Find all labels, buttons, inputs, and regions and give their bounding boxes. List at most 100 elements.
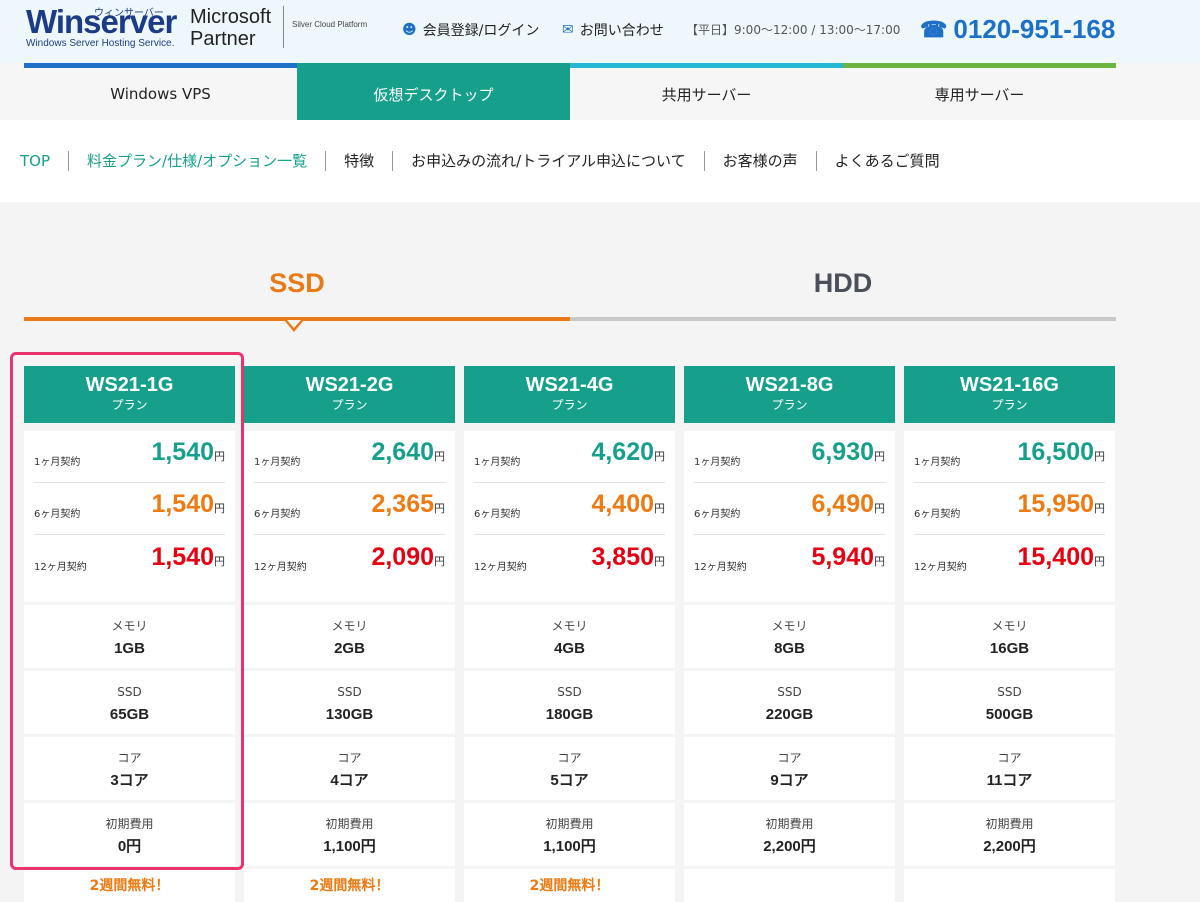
spec-value: 2,200円 xyxy=(983,838,1036,855)
spec-ssd: SSD 130GB xyxy=(244,671,455,734)
contract-term-label: 12ヶ月契約 xyxy=(914,562,967,573)
price-value: 2,640円 xyxy=(371,439,445,470)
tab-label: 仮想デスクトップ xyxy=(373,85,494,104)
spec-memory: メモリ 2GB xyxy=(244,605,455,668)
business-hours: 【平日】9:00～12:00 / 13:00～17:00 xyxy=(686,23,901,37)
plan-suffix: プラン xyxy=(771,398,808,412)
plan-name: WS21-8G xyxy=(745,374,834,396)
yen-unit: 円 xyxy=(434,502,445,515)
spec-label: SSD xyxy=(557,685,582,699)
partner-divider xyxy=(283,6,284,48)
register-login-label: 会員登録/ログイン xyxy=(422,23,540,39)
phone-number[interactable]: ☎ 0120-951-168 xyxy=(920,14,1115,45)
price-amount: 16,500 xyxy=(1017,438,1094,466)
spec-memory: メモリ 4GB xyxy=(464,605,675,668)
spec-value: 1,100円 xyxy=(543,838,596,855)
site-header: Winserver ウィンサーバー Windows Server Hosting… xyxy=(0,0,1200,63)
contract-term-label: 6ヶ月契約 xyxy=(254,509,301,520)
price-box: 1ヶ月契約 16,500円 6ヶ月契約 15,950円 12ヶ月契約 15,400円 xyxy=(904,431,1115,602)
plan-card: WS21-4G プラン 1ヶ月契約 4,620円 6ヶ月契約 4,400円 12ヶ月契約 3,… xyxy=(464,366,675,902)
spec-value: 2,200円 xyxy=(763,838,816,855)
price-row: 1ヶ月契約 16,500円 xyxy=(914,431,1105,483)
contract-term-label: 1ヶ月契約 xyxy=(694,457,741,468)
spec-label: コア xyxy=(997,751,1022,765)
plan-header: WS21-16G プラン xyxy=(904,366,1115,423)
tab-dedicated-server[interactable]: 専用サーバー xyxy=(843,63,1116,120)
subnav-pricing[interactable]: 料金プラン/仕様/オプション一覧 xyxy=(68,151,325,171)
winserver-logo[interactable]: Winserver ウィンサーバー Windows Server Hosting… xyxy=(26,4,177,50)
spec-label: 初期費用 xyxy=(325,817,374,831)
tab-windows-vps[interactable]: Windows VPS xyxy=(24,63,297,120)
trial-text: 2週間無料！ xyxy=(529,878,610,894)
price-value: 3,850円 xyxy=(591,544,665,575)
spec-value: 8GB xyxy=(774,640,805,657)
subnav-top[interactable]: TOP xyxy=(20,151,68,171)
tab-label: Windows VPS xyxy=(110,85,211,103)
free-trial-badge: 2週間無料！ xyxy=(24,869,235,902)
trial-text: 2週間無料！ xyxy=(89,878,170,894)
subnav-testimonials[interactable]: お客様の声 xyxy=(703,151,816,171)
spec-value: 130GB xyxy=(325,706,374,723)
ms-line2: Partner xyxy=(190,28,256,50)
contract-term-label: 12ヶ月契約 xyxy=(694,562,747,573)
yen-unit: 円 xyxy=(434,555,445,568)
spec-value: 4GB xyxy=(554,640,585,657)
plan-card: WS21-16G プラン 1ヶ月契約 16,500円 6ヶ月契約 15,950円 12ヶ月契… xyxy=(904,366,1115,902)
spec-value: 4コア xyxy=(330,772,369,789)
price-box: 1ヶ月契約 4,620円 6ヶ月契約 4,400円 12ヶ月契約 3,850円 xyxy=(464,431,675,602)
tab-shared-server[interactable]: 共用サーバー xyxy=(570,63,843,120)
ms-line1: Microsoft xyxy=(190,6,272,28)
price-amount: 2,640 xyxy=(371,438,434,466)
microsoft-partner-badge: Microsoft Partner xyxy=(190,6,271,50)
price-row: 12ヶ月契約 15,400円 xyxy=(914,535,1105,587)
price-value: 2,365円 xyxy=(371,491,445,522)
mail-icon: ✉ xyxy=(562,22,574,38)
subnav-faq[interactable]: よくあるご質問 xyxy=(815,151,958,171)
spec-label: メモリ xyxy=(331,619,368,633)
yen-unit: 円 xyxy=(874,502,885,515)
price-value: 5,940円 xyxy=(811,544,885,575)
spec-value: 11コア xyxy=(986,772,1033,789)
price-amount: 15,400 xyxy=(1017,543,1094,571)
tab-label: 専用サーバー xyxy=(934,85,1025,104)
plan-suffix: プラン xyxy=(551,398,588,412)
storage-tab-ssd[interactable]: SSD xyxy=(24,268,570,299)
yen-unit: 円 xyxy=(434,450,445,463)
price-value: 2,090円 xyxy=(371,544,445,575)
price-value: 6,490円 xyxy=(811,491,885,522)
spec-value: 2GB xyxy=(334,640,365,657)
contact-link[interactable]: ✉ お問い合わせ xyxy=(562,20,664,40)
sub-navigation: TOP 料金プラン/仕様/オプション一覧 特徴 お申込みの流れ/トライアル申込に… xyxy=(0,120,1200,202)
free-trial-badge: 2週間無料！ xyxy=(464,869,675,902)
spec-value: 220GB xyxy=(765,706,814,723)
plan-header: WS21-4G プラン xyxy=(464,366,675,423)
price-amount: 2,090 xyxy=(371,543,434,571)
price-value: 4,400円 xyxy=(591,491,665,522)
contract-term-label: 1ヶ月契約 xyxy=(254,457,301,468)
spec-label: メモリ xyxy=(991,619,1028,633)
storage-tab-hdd[interactable]: HDD xyxy=(570,268,1116,299)
subnav-application-flow[interactable]: お申込みの流れ/トライアル申込について xyxy=(392,151,703,171)
spec-label: 初期費用 xyxy=(545,817,594,831)
spec-label: 初期費用 xyxy=(765,817,814,831)
register-login-link[interactable]: ☻ 会員登録/ログイン xyxy=(402,20,539,40)
tab-virtual-desktop[interactable]: 仮想デスクトップ xyxy=(297,63,570,120)
spec-core: コア 9コア xyxy=(684,737,895,800)
price-amount: 2,365 xyxy=(371,490,434,518)
spec-core: コア 11コア xyxy=(904,737,1115,800)
yen-unit: 円 xyxy=(1094,502,1105,515)
spec-label: メモリ xyxy=(771,619,808,633)
price-row: 1ヶ月契約 4,620円 xyxy=(474,431,665,483)
service-tabs: Windows VPS 仮想デスクトップ 共用サーバー 専用サーバー xyxy=(0,63,1200,120)
free-trial-badge xyxy=(904,869,1115,902)
spec-initial: 初期費用 2,200円 xyxy=(684,803,895,866)
subnav-features[interactable]: 特徴 xyxy=(325,151,392,171)
spec-label: コア xyxy=(557,751,582,765)
price-row: 12ヶ月契約 3,850円 xyxy=(474,535,665,587)
yen-unit: 円 xyxy=(654,555,665,568)
price-amount: 6,930 xyxy=(811,438,874,466)
price-amount: 4,620 xyxy=(591,438,654,466)
active-tab-arrow-inner xyxy=(287,320,301,328)
spec-label: SSD xyxy=(337,685,362,699)
plan-card: WS21-8G プラン 1ヶ月契約 6,930円 6ヶ月契約 6,490円 12ヶ月契約 5,… xyxy=(684,366,895,902)
